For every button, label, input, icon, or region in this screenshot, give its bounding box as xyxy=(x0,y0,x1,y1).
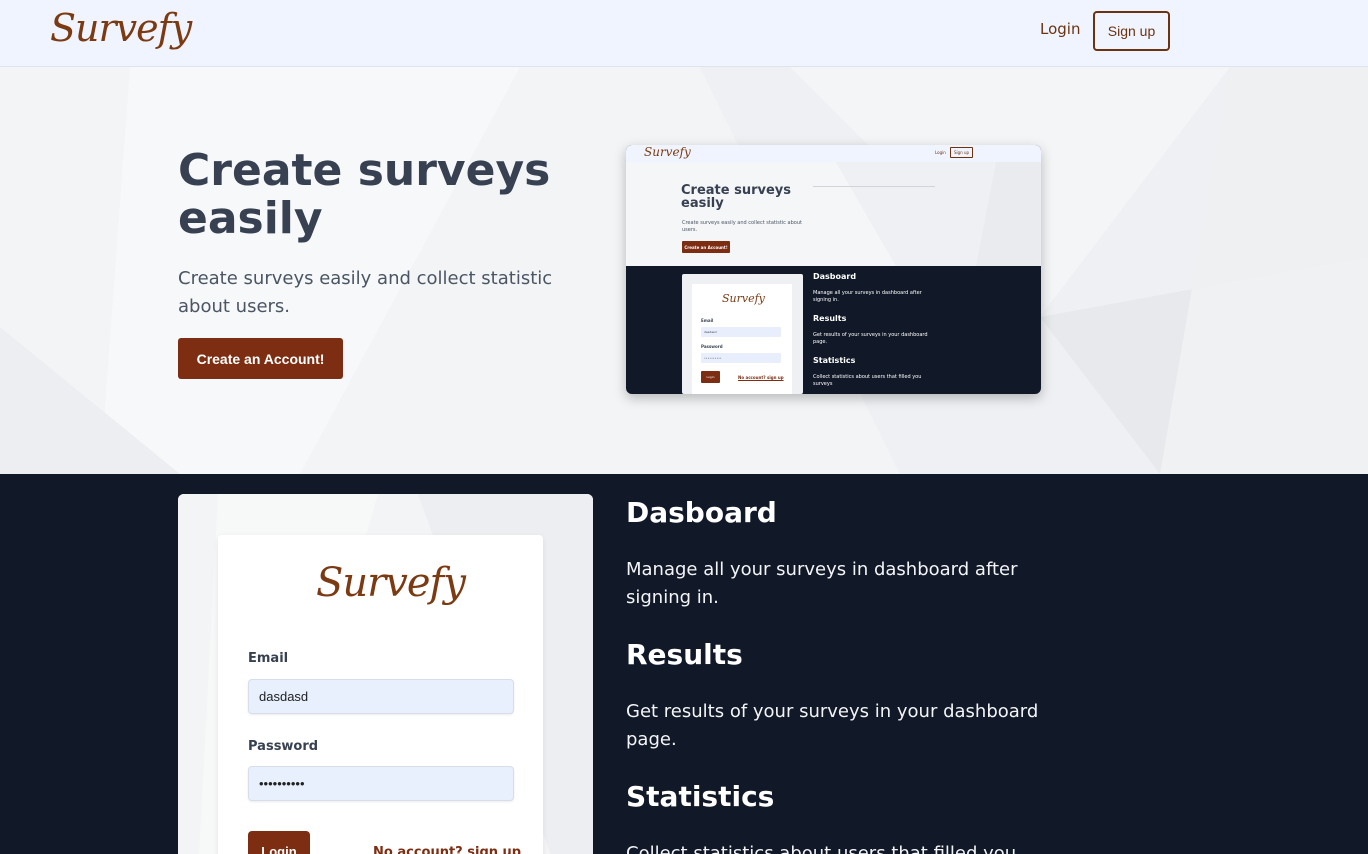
preview-password-input: •••••••••• xyxy=(701,353,781,363)
hero-section: Create surveys easily Create surveys eas… xyxy=(0,67,1368,474)
feature-title-statistics: Statistics xyxy=(626,780,775,813)
feature-text-results: Get results of your surveys in your dash… xyxy=(626,701,1039,750)
preview-feature-title-dashboard: Dasboard xyxy=(813,272,857,281)
hero-subtitle: Create surveys easily and collect statis… xyxy=(178,268,553,317)
password-input[interactable] xyxy=(248,766,514,801)
navbar: Survefy Login Sign up xyxy=(0,0,1368,67)
preview-hero-title: Create surveys easily xyxy=(681,183,792,211)
preview-broken-image xyxy=(813,183,935,187)
nav-signup-button[interactable]: Sign up xyxy=(1093,11,1170,51)
feature-text-dashboard: Manage all your surveys in dashboard aft… xyxy=(626,559,1018,608)
preview-no-account-link: No account? sign up xyxy=(738,375,784,380)
email-input[interactable] xyxy=(248,679,514,714)
preview-feature-text-statistics: Collect statistics about users that fill… xyxy=(813,374,922,387)
preview-feature-text-results: Get results of your surveys in your dash… xyxy=(813,332,928,345)
preview-card-logo: Survefy xyxy=(722,292,765,305)
preview-hero-subtitle: Create surveys easily and collect statis… xyxy=(682,220,802,233)
preview-signup-button: Sign up xyxy=(950,147,973,158)
nav-login-link[interactable]: Login xyxy=(1040,20,1080,38)
preview-feature-title-results: Results xyxy=(813,314,847,323)
preview-email-input: dasdasd xyxy=(701,327,781,337)
feature-title-results: Results xyxy=(626,638,743,671)
hero-title: Create surveys easily xyxy=(178,145,551,244)
preview-password-label: Password xyxy=(701,344,723,349)
preview-navbar: Survefy Login Sign up xyxy=(626,145,1041,162)
preview-login-link: Login xyxy=(935,150,946,155)
preview-create-account-button: Create an Account! xyxy=(682,241,730,253)
feature-title-dashboard: Dasboard xyxy=(626,496,777,529)
login-card-logo: Survefy xyxy=(316,560,466,606)
app-preview-image: Survefy Login Sign up Create surveys eas… xyxy=(626,145,1041,394)
preview-hero: Create surveys easily Create surveys eas… xyxy=(626,162,1041,266)
password-label: Password xyxy=(248,739,319,754)
feature-text-statistics: Collect statistics about users that fill… xyxy=(626,843,1017,854)
preview-feature-text-dashboard: Manage all your surveys in dashboard aft… xyxy=(813,290,922,303)
preview-logo: Survefy xyxy=(644,145,691,159)
email-label: Email xyxy=(248,651,289,666)
preview-email-label: Email xyxy=(701,318,714,323)
brand-logo[interactable]: Survefy xyxy=(50,6,192,50)
login-button[interactable]: Login xyxy=(248,831,310,854)
create-account-button[interactable]: Create an Account! xyxy=(178,338,343,379)
preview-login-button: Login xyxy=(701,371,720,383)
no-account-signup-link[interactable]: No account? sign up xyxy=(373,845,521,854)
preview-feature-title-statistics: Statistics xyxy=(813,356,856,365)
